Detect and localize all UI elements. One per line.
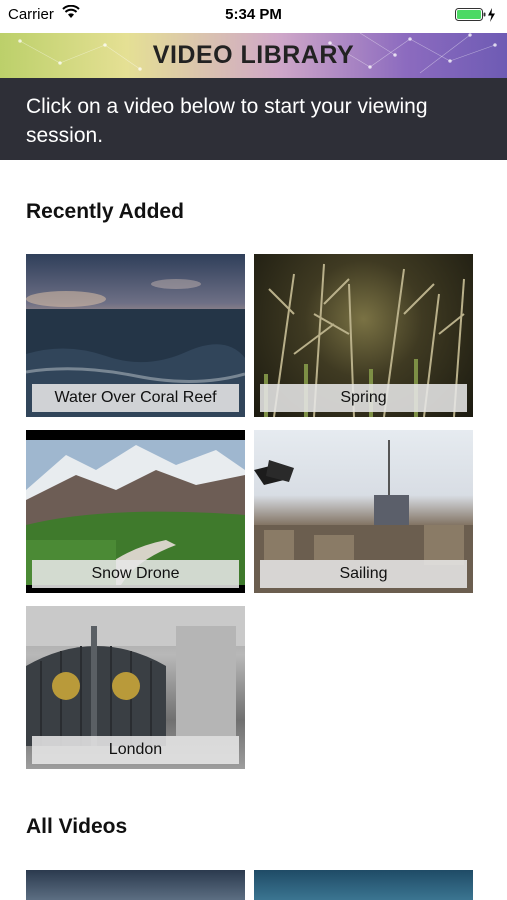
video-tile-sailing[interactable]: Sailing — [254, 430, 473, 593]
status-bar: Carrier 5:34 PM — [0, 0, 507, 33]
video-title: Water Over Coral Reef — [32, 384, 239, 412]
video-title: Spring — [260, 384, 467, 412]
video-tile-snow-drone[interactable]: Snow Drone — [26, 430, 245, 593]
video-tile-all-1[interactable] — [26, 870, 245, 900]
header-banner: VIDEO LIBRARY — [0, 33, 507, 78]
video-title: Snow Drone — [32, 560, 239, 588]
instruction-bar: Click on a video below to start your vie… — [0, 78, 507, 160]
video-tile-water-over-coral-reef[interactable]: Water Over Coral Reef — [26, 254, 245, 417]
instruction-text: Click on a video below to start your vie… — [26, 95, 428, 147]
section-title-all-videos: All Videos — [26, 815, 128, 838]
battery-icon — [455, 7, 499, 28]
page-title: VIDEO LIBRARY — [152, 41, 355, 69]
video-tile-all-2[interactable] — [254, 870, 473, 900]
status-time: 5:34 PM — [225, 6, 282, 23]
video-tile-spring[interactable]: Spring — [254, 254, 473, 417]
section-title-recently-added: Recently Added — [26, 200, 184, 223]
video-tile-london[interactable]: London — [26, 606, 245, 769]
video-title: London — [32, 736, 239, 764]
video-title: Sailing — [260, 560, 467, 588]
